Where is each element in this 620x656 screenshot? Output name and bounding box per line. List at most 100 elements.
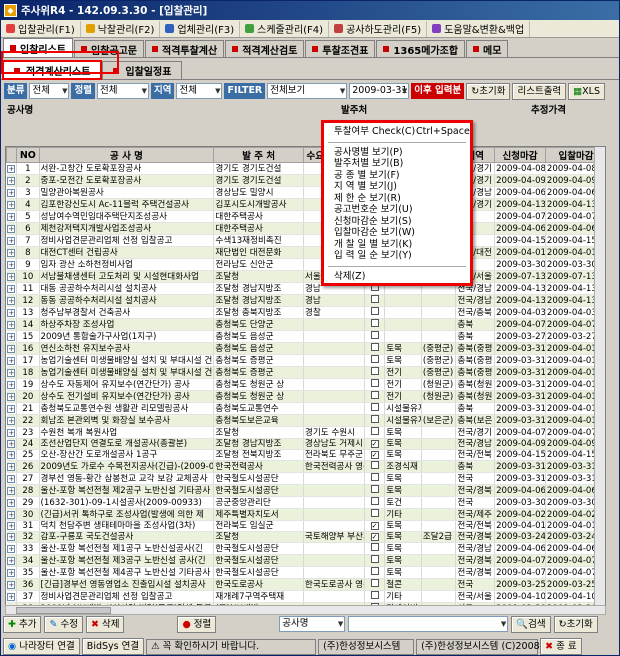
plus-icon[interactable]: + <box>7 556 16 565</box>
row-expander[interactable]: + <box>6 174 18 187</box>
table-row[interactable]: +35 울산-포항 복선전철 제4공구 노반신설 기타공사 한국철도시설공단 토목 전국… <box>6 566 605 579</box>
table-row[interactable]: +5 성남여수역민임대주택단지조성공사 대한주택공사 2009-04-07 2009-0… <box>6 210 605 223</box>
row-expander[interactable]: + <box>6 438 18 450</box>
menu-item-view-9[interactable]: 입 력 일 순 보기(Y) <box>324 250 470 262</box>
column-header[interactable]: 발 주 처 <box>213 147 304 163</box>
plus-icon[interactable]: + <box>7 164 16 173</box>
row-expander[interactable]: + <box>6 294 18 307</box>
table-row[interactable]: +20 상수도 전기설비 유지보수(연간단가) 공사 충청북도 청원군 상 전기 (청원… <box>6 390 605 403</box>
search-field-select[interactable]: 공사명 <box>279 616 346 632</box>
bid-checkbox[interactable] <box>370 497 379 505</box>
bid-checkbox[interactable] <box>370 391 379 399</box>
plus-icon[interactable]: + <box>7 486 16 495</box>
table-row[interactable]: +25 오산-장산간 도로개설공사 1공구 조달청 전북지방조 전라북도 무주군 ✓ 토목… <box>6 449 605 461</box>
horizontal-scrollbar[interactable] <box>5 605 606 615</box>
menu-item-view-5[interactable]: 공고번호순 보기(U) <box>324 204 470 216</box>
plus-icon[interactable]: + <box>7 356 16 365</box>
tab-3[interactable]: 적격계산검토 <box>225 40 305 57</box>
table-row[interactable]: +24 조선산업단지 연결도로 개설공사(총괄분) 조달청 경남지방조 경상남도 거제… <box>6 438 605 450</box>
row-expander[interactable]: + <box>6 258 18 271</box>
menu-item-view-4[interactable]: 제 한 순 보기(R) <box>324 193 470 205</box>
table-row[interactable]: +31 덕치 천담주변 생태테마마을 조성사업(3차) 전라북도 임실군 ✓ 토목 전국/… <box>6 520 605 532</box>
delete-button[interactable]: ✖ 삭제 <box>85 615 125 633</box>
plus-icon[interactable]: + <box>7 533 16 541</box>
menu-item-view-1[interactable]: 발주처별 보기(B) <box>324 158 470 170</box>
menu-item-0[interactable]: 입찰관리(F1) <box>1 20 81 37</box>
narajangteo-button[interactable]: ◉ 나라장터 연결 <box>3 638 80 655</box>
table-row[interactable]: +33 울산-포항 복선전철 제1공구 노반신설공사(긴 한국철도시설공단 토목 전국/… <box>6 542 605 555</box>
plus-icon[interactable]: + <box>7 308 16 317</box>
row-expander[interactable]: + <box>6 354 18 367</box>
bid-checkbox[interactable] <box>370 485 379 493</box>
search-input[interactable] <box>348 616 509 632</box>
plus-icon[interactable]: + <box>7 510 16 519</box>
menu-item-view-7[interactable]: 입찰마감순 보기(W) <box>324 227 470 239</box>
menu-item-view-3[interactable]: 지 역 별 보기(J) <box>324 181 470 193</box>
plus-icon[interactable]: + <box>7 428 16 437</box>
menu-item-view-2[interactable]: 공 종 별 보기(F) <box>324 170 470 182</box>
table-row[interactable]: +10 서남불채생센터 고도처리 및 시설현대화사업 조달청 서울 전국/서울 2009-… <box>6 270 605 283</box>
plus-icon[interactable]: + <box>7 544 16 553</box>
table-row[interactable]: +23 수원천 복개 복원사업 조달청 경기도 수원시 토목 전국/경기 2009-04-0… <box>6 426 605 439</box>
menu-item-view-6[interactable]: 신청마감순 보기(S) <box>324 216 470 228</box>
bid-checkbox[interactable] <box>370 579 379 587</box>
table-row[interactable]: +4 김포한강신도시 Ac-11블럭 주택건설공사 김포시도시개발공사 전국/경기 20… <box>6 198 605 211</box>
row-expander[interactable]: + <box>6 342 18 355</box>
bid-checkbox[interactable] <box>370 591 379 599</box>
table-row[interactable]: +19 상수도 자동제어 유지보수(연간단가) 공사 충청북도 청원군 상 전기 (청원… <box>6 378 605 391</box>
region-select[interactable]: 전체 <box>176 83 223 99</box>
menu-item-4[interactable]: 공사하도관리(F5) <box>329 20 428 37</box>
row-expander[interactable]: + <box>6 186 18 199</box>
plus-icon[interactable]: + <box>7 272 16 281</box>
search-button[interactable]: 🔍검색 <box>511 615 551 633</box>
table-row[interactable]: +3 밀양관아복원공사 경상남도 밀양시 전국/경남 2009-04-06 2009-04… <box>6 186 605 199</box>
menu-item-delete[interactable]: 삭제(Z) <box>324 271 470 283</box>
bid-checkbox[interactable]: ✓ <box>370 533 379 541</box>
plus-icon[interactable]: + <box>7 332 16 341</box>
plus-icon[interactable]: + <box>7 320 16 329</box>
bidsys-button[interactable]: BidSys 연결 <box>81 638 145 655</box>
plus-icon[interactable]: + <box>7 380 16 389</box>
bid-checkbox[interactable] <box>370 343 379 351</box>
plus-icon[interactable]: + <box>7 368 16 377</box>
plus-icon[interactable]: + <box>7 296 16 305</box>
plus-icon[interactable]: + <box>7 568 16 577</box>
bottom-reset-button[interactable]: ↻초기화 <box>553 615 598 633</box>
table-row[interactable]: +30 (긴급)서귀 톡하구로 조성사업(발생에 의한 제 제주특별자치도서 기타 전국… <box>6 508 605 521</box>
plus-icon[interactable]: + <box>7 462 16 471</box>
row-expander[interactable]: + <box>6 222 18 235</box>
table-row[interactable]: +34 울산-포항 복선전철 제3공구 노반신설 공사(긴 한국철도시설공단 토목 전국… <box>6 554 605 567</box>
table-row[interactable]: +21충청북도교통연수원 생활관 리모델링공사충청북도교통연수 시설물유지 충북20… <box>6 402 605 415</box>
row-expander[interactable]: + <box>6 282 18 295</box>
table-row[interactable]: +14 하상주차장 조성사업 충청북도 단양군 충북 2009-04-07 2009-04… <box>6 318 605 331</box>
bid-checkbox[interactable] <box>370 461 379 469</box>
bid-checkbox[interactable] <box>370 295 379 303</box>
plus-icon[interactable]: + <box>7 260 16 269</box>
row-expander[interactable]: + <box>6 246 18 259</box>
row-expander[interactable]: + <box>6 330 18 343</box>
bid-checkbox[interactable] <box>370 427 379 435</box>
plus-icon[interactable]: + <box>7 404 16 413</box>
table-row[interactable]: +28 울산-포항 복선전철 제2공구 노반신설 기타공사 한국철도시설공단 토목 전국… <box>6 484 605 497</box>
bid-checkbox[interactable] <box>370 319 379 327</box>
plus-icon[interactable]: + <box>7 248 16 257</box>
bid-checkbox[interactable]: ✓ <box>370 440 379 448</box>
row-expander[interactable]: + <box>6 366 18 379</box>
table-row[interactable]: +29 (1632-301)-09-1시설공사(2009-00933) 공군중앙관리… <box>6 496 605 509</box>
table-row[interactable]: +6 제천강저택지개발사업조성공사 대한주택공사 2009-04-06 2009-04-… <box>6 222 605 235</box>
plus-icon[interactable]: + <box>7 416 16 425</box>
row-expander[interactable]: + <box>6 162 18 175</box>
bid-checkbox[interactable] <box>370 307 379 315</box>
column-header[interactable]: NO <box>16 147 40 163</box>
row-expander[interactable]: + <box>6 472 18 485</box>
row-expander[interactable]: + <box>6 578 18 591</box>
tab-5[interactable]: 1365메가조합 <box>376 40 466 57</box>
scroll-thumb[interactable] <box>16 607 111 614</box>
bid-checkbox[interactable] <box>370 367 379 375</box>
table-row[interactable]: +37 정비사업견문관리업체 선정 입찰공고 재개례7구역주택재 기타 전국/서울 200… <box>6 590 605 603</box>
row-expander[interactable]: + <box>6 496 18 509</box>
bid-grid[interactable]: NO공 사 명발 주 처수요<->공고NO투찰공종제한지역신청마감입찰마감 +1… <box>5 146 606 606</box>
table-row[interactable]: +8 대전CT센터 건립공사 재단법인 대전문화 전국/대전 2009-04-01 200… <box>6 246 605 259</box>
plus-icon[interactable]: + <box>7 440 16 448</box>
plus-icon[interactable]: + <box>7 188 16 197</box>
